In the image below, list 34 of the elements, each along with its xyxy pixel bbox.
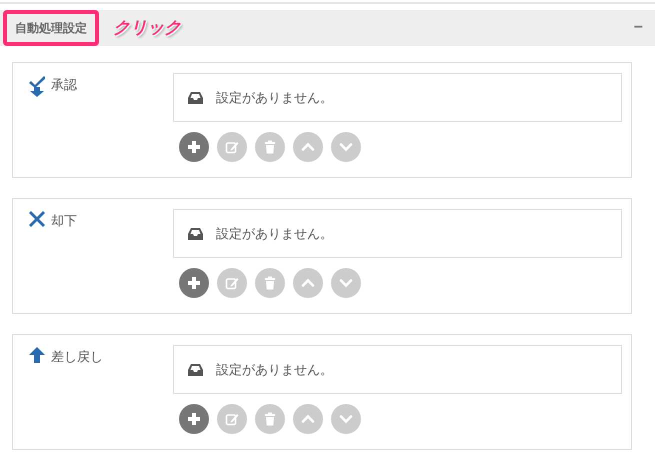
empty-message: 設定がありません。 (216, 88, 333, 107)
plus-icon (187, 140, 201, 154)
check-arrow-icon (29, 75, 45, 97)
chevron-down-icon (339, 140, 353, 154)
trash-icon (263, 140, 277, 154)
section-label: 承認 (51, 77, 77, 93)
inbox-icon (188, 92, 203, 104)
chevron-down-icon (339, 276, 353, 290)
empty-message: 設定がありません。 (216, 224, 333, 243)
plus-icon (187, 276, 201, 290)
add-button[interactable] (179, 404, 209, 434)
cross-icon (29, 211, 45, 227)
pencil-square-icon (225, 140, 239, 154)
section-header[interactable]: 自動処理設定 クリック − (0, 10, 655, 46)
section-title: 自動処理設定 (3, 10, 99, 46)
pencil-square-icon (225, 276, 239, 290)
plus-icon (187, 412, 201, 426)
section-label: 却下 (51, 213, 77, 229)
chevron-up-icon (301, 276, 315, 290)
chevron-down-icon (339, 412, 353, 426)
collapse-button[interactable]: − (634, 16, 643, 40)
section-label: 差し戻し (51, 349, 103, 365)
chevron-up-icon (301, 412, 315, 426)
inbox-icon (188, 228, 203, 240)
click-annotation: クリック (113, 17, 181, 40)
add-button[interactable] (179, 132, 209, 162)
inbox-icon (188, 364, 203, 376)
trash-icon (263, 412, 277, 426)
trash-icon (263, 276, 277, 290)
chevron-up-icon (301, 140, 315, 154)
add-button[interactable] (179, 268, 209, 298)
up-arrow-icon (29, 347, 45, 363)
pencil-square-icon (225, 412, 239, 426)
empty-message: 設定がありません。 (216, 360, 333, 379)
